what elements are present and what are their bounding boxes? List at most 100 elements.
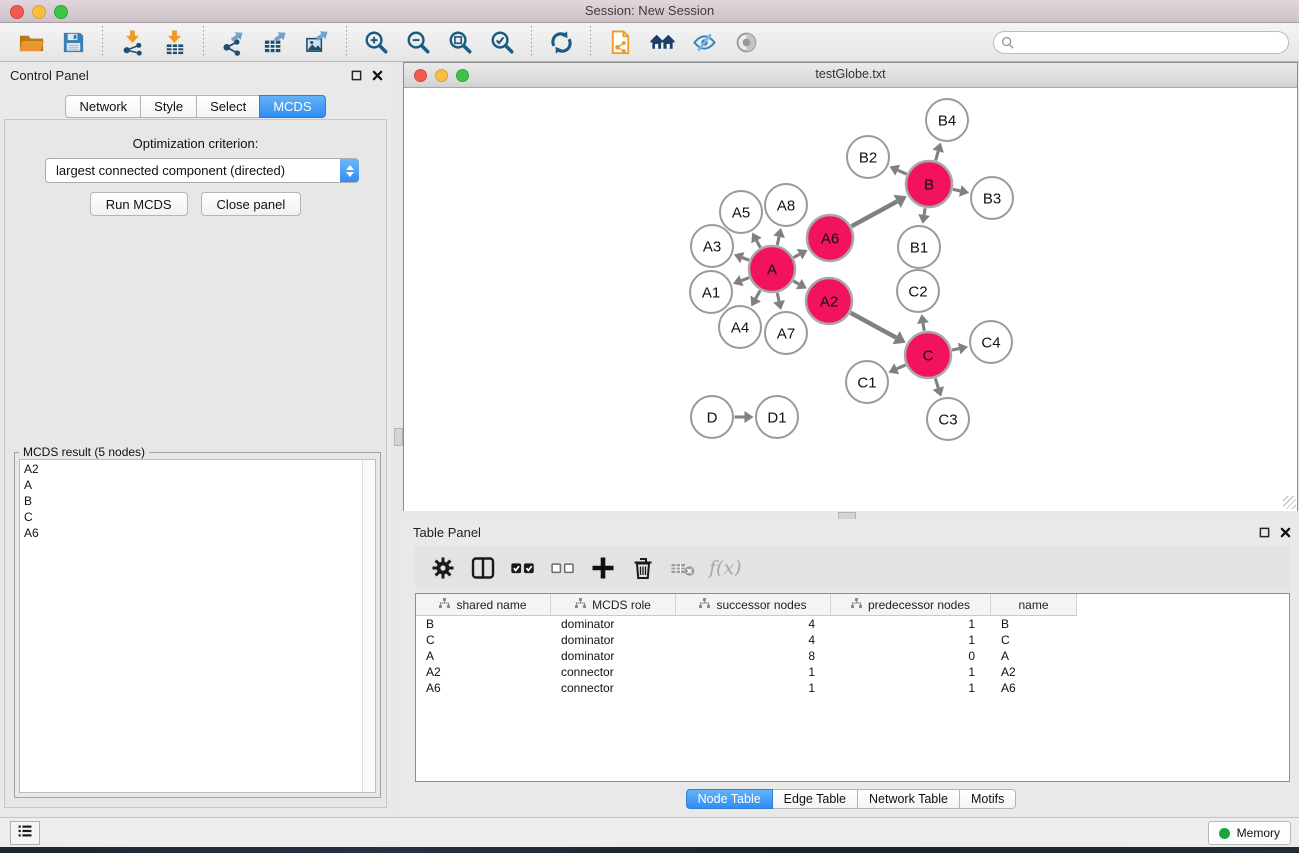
tab-mcds[interactable]: MCDS: [259, 95, 325, 118]
delete-columns-icon[interactable]: [626, 551, 660, 585]
tab-style[interactable]: Style: [140, 95, 197, 118]
graph-edge-A6-B[interactable]: [852, 201, 898, 226]
graph-node-C[interactable]: C: [905, 332, 951, 378]
column-header-MCDS-role[interactable]: MCDS role: [551, 594, 676, 616]
graph-node-D[interactable]: D: [691, 396, 733, 438]
graph-node-B[interactable]: B: [906, 161, 952, 207]
close-panel-button[interactable]: Close panel: [201, 192, 302, 216]
tab-motifs[interactable]: Motifs: [959, 789, 1016, 809]
graph-node-B1[interactable]: B1: [898, 226, 940, 268]
save-session-icon[interactable]: [58, 27, 88, 57]
tab-node-table[interactable]: Node Table: [686, 789, 773, 809]
task-history-button[interactable]: [10, 821, 40, 845]
tab-edge-table[interactable]: Edge Table: [772, 789, 858, 809]
open-session-icon[interactable]: [16, 27, 46, 57]
graph-edge-C-C2[interactable]: [923, 323, 924, 331]
graph-node-A4[interactable]: A4: [719, 306, 761, 348]
refresh-layout-icon[interactable]: [546, 27, 576, 57]
graph-edge-C-C3[interactable]: [935, 378, 938, 388]
mcds-result-list[interactable]: A2ABCA6: [19, 459, 376, 793]
graph-node-C2[interactable]: C2: [897, 270, 939, 312]
zoom-selected-icon[interactable]: [487, 27, 517, 57]
hide-graphics-details-icon[interactable]: [689, 27, 719, 57]
node-table[interactable]: shared nameMCDS rolesuccessor nodesprede…: [415, 593, 1290, 782]
graph-node-C4[interactable]: C4: [970, 321, 1012, 363]
export-image-icon[interactable]: [302, 27, 332, 57]
graph-node-A1[interactable]: A1: [690, 271, 732, 313]
column-header-name[interactable]: name: [991, 594, 1077, 616]
graph-node-A7[interactable]: A7: [765, 312, 807, 354]
split-columns-icon[interactable]: [466, 551, 500, 585]
export-network-icon[interactable]: [218, 27, 248, 57]
graph-node-A3[interactable]: A3: [691, 225, 733, 267]
table-row[interactable]: Bdominator41B: [416, 616, 1289, 632]
graph-edge-A-A7[interactable]: [777, 293, 779, 301]
search-input[interactable]: [993, 31, 1289, 54]
resize-grip-icon[interactable]: [1283, 496, 1296, 509]
tab-network-table[interactable]: Network Table: [857, 789, 960, 809]
graph-node-B4[interactable]: B4: [926, 99, 968, 141]
result-list-item[interactable]: B: [24, 493, 358, 509]
tab-select[interactable]: Select: [196, 95, 260, 118]
result-list-item[interactable]: A: [24, 477, 358, 493]
close-table-panel-icon[interactable]: [1280, 525, 1291, 543]
home-icon[interactable]: [647, 27, 677, 57]
zoom-fit-icon[interactable]: [445, 27, 475, 57]
graph-node-B2[interactable]: B2: [847, 136, 889, 178]
graph-edge-B-B1[interactable]: [924, 208, 925, 215]
graph-node-A8[interactable]: A8: [765, 184, 807, 226]
criterion-dropdown[interactable]: largest connected component (directed): [45, 158, 359, 183]
create-column-icon[interactable]: [586, 551, 620, 585]
select-all-columns-icon[interactable]: [506, 551, 540, 585]
zoom-out-icon[interactable]: [403, 27, 433, 57]
graph-edge-B-B4[interactable]: [936, 151, 939, 160]
graph-node-B3[interactable]: B3: [971, 177, 1013, 219]
column-header-successor-nodes[interactable]: successor nodes: [676, 594, 831, 616]
vertical-splitter-handle[interactable]: [394, 428, 403, 446]
zoom-in-icon[interactable]: [361, 27, 391, 57]
graph-edge-A-A2[interactable]: [793, 281, 799, 284]
graph-node-C3[interactable]: C3: [927, 398, 969, 440]
graph-edge-C-C4[interactable]: [952, 349, 959, 350]
graph-edge-A-A6[interactable]: [794, 254, 800, 257]
table-row[interactable]: A6connector11A6: [416, 680, 1289, 696]
import-network-icon[interactable]: [117, 27, 147, 57]
table-row[interactable]: Adominator80A: [416, 648, 1289, 664]
memory-button[interactable]: Memory: [1208, 821, 1291, 845]
graph-node-C1[interactable]: C1: [846, 361, 888, 403]
graph-node-A6[interactable]: A6: [807, 215, 853, 261]
open-network-file-icon[interactable]: [605, 27, 635, 57]
column-header-predecessor-nodes[interactable]: predecessor nodes: [831, 594, 991, 616]
table-row[interactable]: A2connector11A2: [416, 664, 1289, 680]
graph-edge-A-A4[interactable]: [756, 290, 760, 298]
graph-edge-B-B3[interactable]: [953, 189, 960, 191]
graph-node-A5[interactable]: A5: [720, 191, 762, 233]
result-scrollbar[interactable]: [362, 460, 375, 792]
graph-node-A2[interactable]: A2: [806, 278, 852, 324]
result-list-item[interactable]: A2: [24, 461, 358, 477]
import-table-icon[interactable]: [159, 27, 189, 57]
graph-edge-A-A8[interactable]: [777, 237, 779, 245]
run-mcds-button[interactable]: Run MCDS: [90, 192, 188, 216]
graph-edge-A-A3[interactable]: [742, 258, 749, 261]
close-panel-icon[interactable]: [372, 68, 383, 86]
tab-network[interactable]: Network: [65, 95, 141, 118]
graph-node-D1[interactable]: D1: [756, 396, 798, 438]
graph-edge-B-B2[interactable]: [898, 170, 907, 174]
network-canvas[interactable]: B4 B2 B B3 A8A5 A6 A3 B1 A C2 A1 A2 A4A7 C4 C C1 D D1 C3: [404, 88, 1297, 511]
graph-edge-C-C1[interactable]: [897, 365, 906, 369]
float-table-panel-icon[interactable]: [1259, 525, 1270, 543]
result-list-item[interactable]: C: [24, 509, 358, 525]
float-panel-icon[interactable]: [351, 68, 362, 86]
table-row[interactable]: Cdominator41C: [416, 632, 1289, 648]
graph-edge-A-A1[interactable]: [741, 278, 749, 281]
graph-edge-A-A5[interactable]: [757, 241, 761, 248]
graph-node-label: C2: [908, 283, 927, 300]
graph-edge-A2-C[interactable]: [851, 313, 897, 338]
column-header-shared-name[interactable]: shared name: [416, 594, 551, 616]
table-settings-gear-icon[interactable]: [426, 551, 460, 585]
export-table-icon[interactable]: [260, 27, 290, 57]
deselect-all-columns-icon[interactable]: [546, 551, 580, 585]
result-list-item[interactable]: A6: [24, 525, 358, 541]
graph-node-A[interactable]: A: [749, 246, 795, 292]
